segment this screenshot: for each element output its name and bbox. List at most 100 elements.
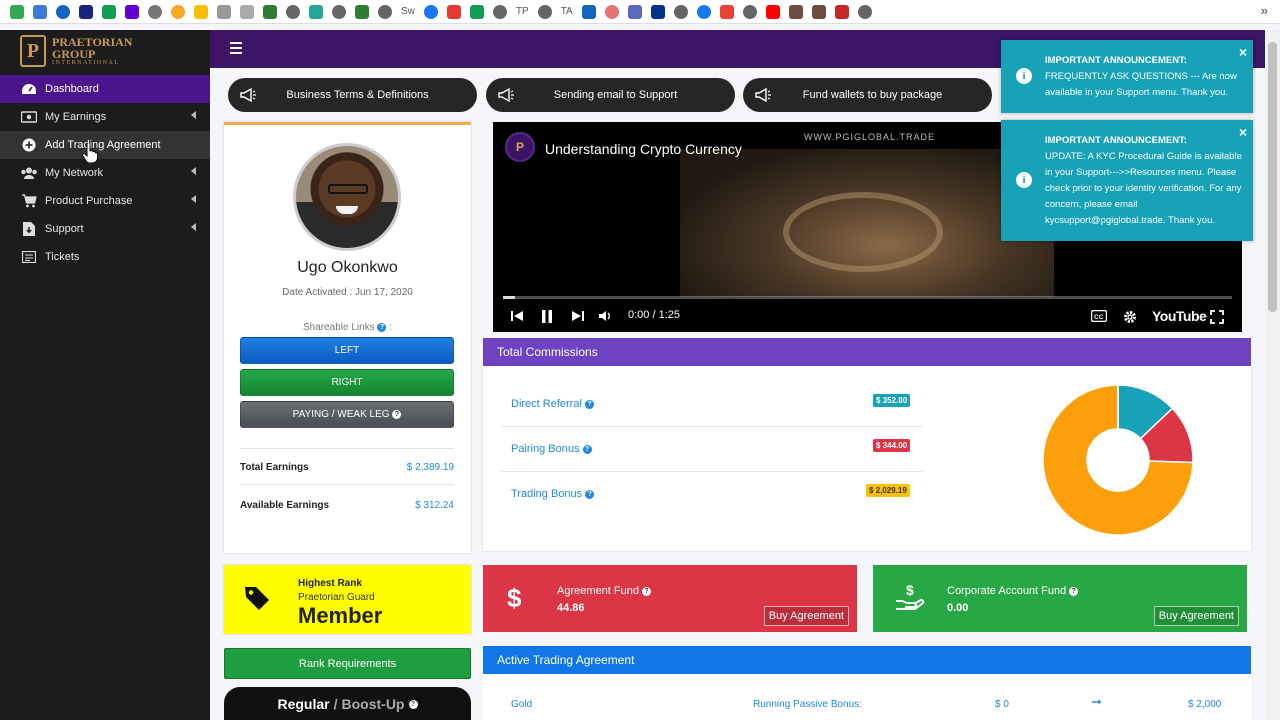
commissions-donut-chart[interactable] (1038, 380, 1198, 540)
close-icon[interactable]: × (1239, 124, 1247, 140)
drive-icon[interactable] (192, 3, 210, 21)
facebook-icon[interactable] (422, 3, 440, 21)
globe-icon[interactable] (376, 3, 394, 21)
business-terms-button[interactable]: Business Terms & Definitions (228, 78, 477, 112)
avatar-smile (336, 206, 358, 214)
infinity-icon[interactable] (146, 3, 164, 21)
gear-icon[interactable] (54, 3, 72, 21)
gmail-icon[interactable] (718, 3, 736, 21)
announcement-toast: i × IMPORTANT ANNOUNCEMENT: FREQUENTLY A… (1001, 40, 1253, 113)
sidebar-item-tickets[interactable]: Tickets (0, 243, 210, 271)
bookmark-sw[interactable]: Sw (399, 6, 417, 17)
fund-wallets-button[interactable]: Fund wallets to buy package (743, 78, 992, 112)
sidebar-item-my-earnings[interactable]: My Earnings (0, 103, 210, 131)
facebook-icon[interactable] (695, 3, 713, 21)
sidebar-item-support[interactable]: Support (0, 215, 210, 243)
globe-icon[interactable] (741, 3, 759, 21)
globe-icon[interactable] (491, 3, 509, 21)
brand[interactable]: P PRAETORIAN GROUP INTERNATIONAL (0, 30, 210, 72)
commission-badge: $ 344.00 (873, 439, 911, 452)
shareable-links-colon: : (389, 322, 393, 333)
help-icon[interactable]: ? (582, 444, 592, 454)
help-icon[interactable]: ? (377, 322, 387, 332)
skip-next-icon[interactable] (572, 310, 584, 325)
globe-icon[interactable] (330, 3, 348, 21)
globe-icon[interactable] (284, 3, 302, 21)
share-right-button[interactable]: RIGHT (240, 369, 454, 396)
skip-back-icon[interactable] (511, 310, 523, 325)
sidebar-item-product-purchase[interactable]: Product Purchase (0, 187, 210, 215)
caret-left-icon (191, 195, 196, 203)
buy-agreement-button[interactable]: Buy Agreement (763, 606, 849, 626)
download-icon[interactable] (445, 3, 463, 21)
rank-requirements-button[interactable]: Rank Requirements (224, 648, 471, 679)
cloud-icon[interactable] (31, 3, 49, 21)
layers-icon[interactable] (215, 3, 233, 21)
settings-gear-icon[interactable] (1123, 310, 1137, 327)
help-icon[interactable]: ? (585, 489, 595, 499)
globe-icon[interactable] (856, 3, 874, 21)
page-scrollbar[interactable] (1265, 30, 1280, 720)
half-moon-icon[interactable] (169, 3, 187, 21)
pause-icon[interactable] (541, 310, 553, 326)
help-icon[interactable]: ? (584, 399, 594, 409)
commission-label-text: Trading Bonus (511, 488, 583, 500)
agreement-fund-label-text: Agreement Fund (557, 585, 639, 597)
total-earnings-label: Total Earnings (240, 462, 309, 473)
sheets-icon[interactable] (100, 3, 118, 21)
commission-label[interactable]: Trading Bonus ? (511, 488, 595, 500)
bookmark-ta[interactable]: TA (559, 6, 575, 17)
list-icon (20, 250, 38, 264)
email-support-button[interactable]: Sending email to Support (486, 78, 735, 112)
square-teal-icon[interactable] (307, 3, 325, 21)
bookmarks-more[interactable]: » (1261, 3, 1268, 18)
volume-icon[interactable] (599, 310, 613, 325)
bookmark-tp[interactable]: TP (514, 6, 531, 17)
share-weak-leg-button[interactable]: PAYING / WEAK LEG ? (240, 401, 454, 428)
globe-icon[interactable] (672, 3, 690, 21)
sidebar-item-dashboard[interactable]: Dashboard (0, 75, 210, 103)
bookmark-k-icon[interactable] (810, 3, 828, 21)
help-icon[interactable]: ? (642, 586, 651, 596)
commission-label[interactable]: Direct Referral ? (511, 398, 594, 410)
buy-agreement-button[interactable]: Buy Agreement (1153, 606, 1239, 626)
video-progress-bar[interactable] (503, 296, 1232, 299)
globe-icon[interactable] (536, 3, 554, 21)
date-activated: Date Activated : Jun 17, 2020 (282, 287, 413, 298)
channel-logo[interactable]: P (505, 132, 535, 162)
money-icon (20, 110, 38, 124)
columns-icon[interactable] (261, 3, 279, 21)
captions-icon[interactable]: CC (1090, 309, 1108, 325)
paypal-icon[interactable] (649, 3, 667, 21)
yahoo-icon[interactable] (123, 3, 141, 21)
fullscreen-icon[interactable] (1210, 310, 1224, 327)
total-commissions-body: Direct Referral ? $ 352.00 Pairing Bonus… (483, 366, 1251, 551)
youtube-logo[interactable]: YouTube (1152, 308, 1207, 324)
video-title[interactable]: Understanding Crypto Currency (545, 141, 742, 157)
share-left-button[interactable]: LEFT (240, 337, 454, 364)
flower-icon[interactable] (603, 3, 621, 21)
commission-badge: $ 352.00 (873, 394, 911, 407)
t-green-icon[interactable] (353, 3, 371, 21)
regular-boost-toggle[interactable]: Regular / Boost-Up ? (224, 687, 471, 720)
hamburger-menu-icon[interactable] (230, 42, 242, 57)
help-icon[interactable]: ? (1069, 586, 1079, 596)
toast-body: UPDATE: A KYC Procedural Guide is availa… (1045, 151, 1242, 226)
chart-icon[interactable] (580, 3, 598, 21)
youtube-icon[interactable] (764, 3, 782, 21)
sheets-icon[interactable] (468, 3, 486, 21)
close-icon[interactable]: × (1239, 44, 1247, 60)
google-drive-icon[interactable] (8, 3, 26, 21)
bookmark-k-icon[interactable] (787, 3, 805, 21)
sdo-icon[interactable] (77, 3, 95, 21)
vis-icon[interactable] (833, 3, 851, 21)
help-icon[interactable]: ? (408, 699, 418, 709)
sidebar-item-add-trading-agreement[interactable]: Add Trading Agreement (0, 131, 210, 159)
commission-label[interactable]: Pairing Bonus ? (511, 443, 592, 455)
plus-circle-icon (20, 138, 38, 152)
sidebar-item-label: My Network (45, 167, 104, 179)
toast-title: IMPORTANT ANNOUNCEMENT: (1045, 55, 1187, 66)
bird-icon[interactable] (626, 3, 644, 21)
sidebar-item-my-network[interactable]: My Network (0, 159, 210, 187)
wave-icon[interactable] (238, 3, 256, 21)
